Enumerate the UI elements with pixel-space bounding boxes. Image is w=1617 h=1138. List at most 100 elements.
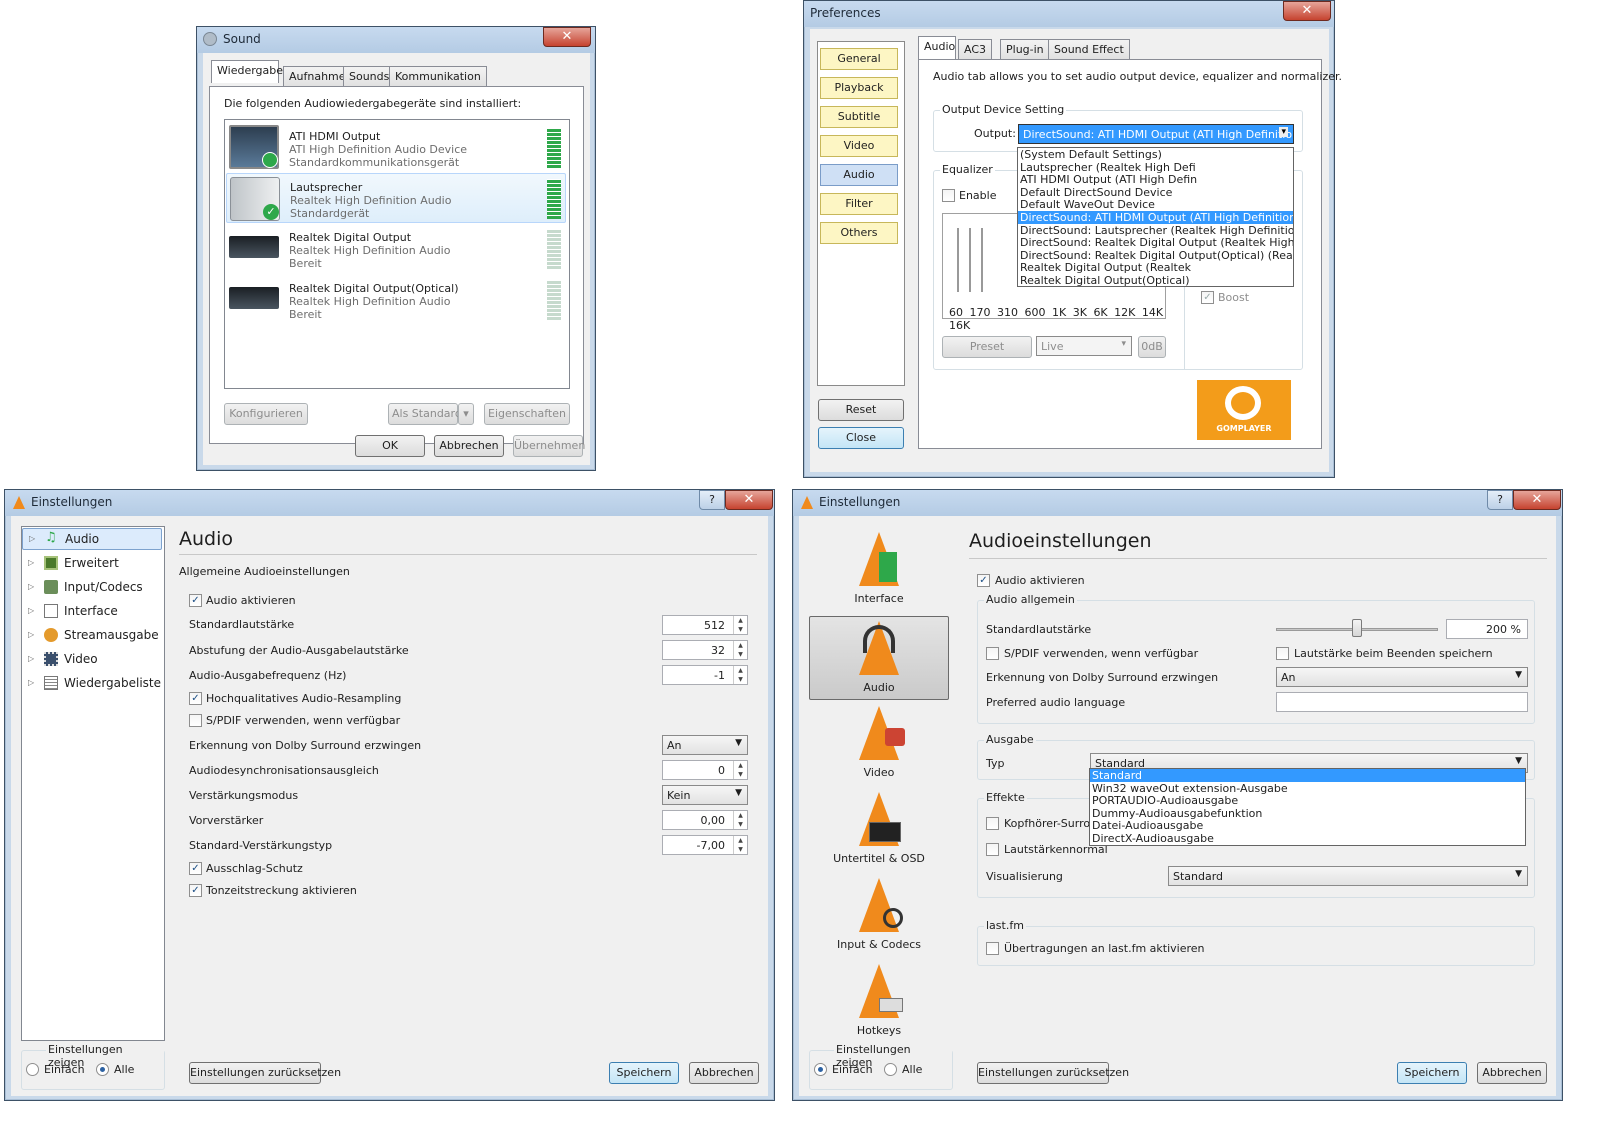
headphone-checkbox[interactable] [986,817,999,830]
simple-radio[interactable] [814,1063,827,1076]
close-button[interactable]: ✕ [543,27,591,47]
reset-preferences-button[interactable]: Einstellungen zurücksetzen [977,1062,1129,1084]
help-button[interactable]: ? [699,490,725,510]
nav-hotkeys[interactable]: Hotkeys [809,964,949,1037]
preamp-input[interactable]: 0,00 ▲ ▼ [662,810,748,830]
close-dialog-button[interactable]: Close [818,427,904,449]
ok-button[interactable]: OK [355,435,425,457]
output-dropdown[interactable]: (System Default Settings) Lautsprecher (… [1017,147,1294,287]
time-stretch-checkbox[interactable]: ✓ [189,884,202,897]
preset-button[interactable]: Preset [942,336,1032,358]
cancel-button[interactable]: Abbrechen [1477,1062,1547,1084]
tab-kommunikation[interactable]: Kommunikation [389,66,487,86]
tab-sound-effect[interactable]: Sound Effect [1048,39,1130,59]
dropdown-option-selected[interactable]: DirectSound: ATI HDMI Output (ATI High D… [1018,210,1293,224]
boost-checkbox[interactable]: ✓ [1201,291,1214,304]
cancel-button[interactable]: Abbrechen [434,435,504,457]
output-frequency-input[interactable]: -1 ▲ ▼ [662,665,748,685]
clip-protect-checkbox[interactable]: ✓ [189,862,202,875]
spin-arrows-icon[interactable]: ▲ ▼ [733,761,747,779]
dropdown-option[interactable]: ATI HDMI Output (ATI High Defin [1018,173,1293,186]
cancel-button[interactable]: Abbrechen [689,1062,759,1084]
desync-input[interactable]: 0 ▲ ▼ [662,760,748,780]
tab-sounds[interactable]: Sounds [343,66,396,86]
dropdown-option[interactable]: PORTAUDIO-Audioausgabe [1090,794,1525,807]
tree-item-playlist[interactable]: ▷ Wiedergabeliste [22,673,162,695]
default-volume-input[interactable]: 512 ▲ ▼ [662,615,748,635]
dropdown-option[interactable]: Win32 waveOut extension-Ausgabe [1090,782,1525,795]
enable-checkbox[interactable] [942,189,955,202]
spin-arrows-icon[interactable]: ▲ ▼ [733,641,747,659]
set-default-button[interactable]: Als Standard [388,403,462,425]
zero-db-button[interactable]: 0dB [1138,336,1166,358]
hq-resampling-checkbox[interactable]: ✓ [189,692,202,705]
dropdown-option[interactable]: Lautsprecher (Realtek High Defi [1018,161,1293,174]
tab-audio[interactable]: Audio [918,36,956,59]
close-button[interactable]: ✕ [1513,490,1561,510]
spin-arrows-icon[interactable]: ▲ ▼ [733,666,747,684]
spdif-checkbox[interactable] [986,647,999,660]
tab-aufnahme[interactable]: Aufnahme [283,66,352,86]
dropdown-option[interactable]: DirectX-Audioausgabe [1090,832,1525,845]
close-button[interactable]: ✕ [725,490,773,510]
dropdown-option[interactable]: Default WaveOut Device [1018,198,1293,211]
simple-radio[interactable] [26,1063,39,1076]
save-button[interactable]: Speichern [1397,1062,1467,1084]
nav-interface[interactable]: Interface [809,532,949,605]
tree-item-interface[interactable]: ▷ Interface [22,601,162,623]
dolby-select[interactable]: An ▼ [1276,667,1528,687]
visualization-select[interactable]: Standard ▼ [1168,866,1528,886]
dropdown-option[interactable]: (System Default Settings) [1018,148,1293,161]
normalizer-checkbox[interactable] [986,843,999,856]
nav-subtitle[interactable]: Subtitle [820,106,898,128]
spin-arrows-icon[interactable]: ▲ ▼ [733,616,747,634]
close-button[interactable]: ✕ [1283,1,1331,21]
volume-step-input[interactable]: 32 ▲ ▼ [662,640,748,660]
tree-item-input[interactable]: ▷ Input/Codecs [22,577,162,599]
save-volume-checkbox[interactable] [1276,647,1289,660]
reset-preferences-button[interactable]: Einstellungen zurücksetzen [189,1062,341,1084]
nav-audio[interactable]: Audio [809,616,949,700]
all-radio[interactable] [96,1063,109,1076]
live-select[interactable]: Live ▾ [1036,336,1132,356]
reset-button[interactable]: Reset [818,399,904,421]
properties-button[interactable]: Eigenschaften [484,403,570,425]
set-default-arrow[interactable]: ▾ [458,403,474,425]
nav-playback[interactable]: Playback [820,77,898,99]
help-button[interactable]: ? [1487,490,1513,510]
apply-button[interactable]: Übernehmen [513,435,585,457]
nav-general[interactable]: General [820,48,898,70]
device-item-optical[interactable]: Realtek Digital Output(Optical) Realtek … [226,275,566,325]
tab-ac3[interactable]: AC3 [958,39,993,59]
audio-enable-checkbox[interactable]: ✓ [977,574,990,587]
device-list[interactable]: ATI HDMI Output ATI High Definition Audi… [224,119,570,389]
tree-item-stream[interactable]: ▷ Streamausgabe [22,625,162,647]
nav-video[interactable]: Video [820,135,898,157]
audio-enable-checkbox[interactable]: ✓ [189,594,202,607]
save-button[interactable]: Speichern [609,1062,679,1084]
nav-subtitles[interactable]: Untertitel & OSD [809,792,949,865]
dolby-select[interactable]: An ▼ [662,735,748,755]
dropdown-option[interactable]: Realtek Digital Output (Realtek [1018,261,1293,274]
dropdown-option[interactable]: Realtek Digital Output(Optical) [1018,274,1293,286]
output-type-dropdown[interactable]: Standard Win32 waveOut extension-Ausgabe… [1089,768,1526,846]
tab-wiedergabe[interactable]: Wiedergabe [211,60,283,83]
nav-input-codecs[interactable]: Input & Codecs [809,878,949,951]
device-item-ati[interactable]: ATI HDMI Output ATI High Definition Audi… [226,122,566,172]
lastfm-checkbox[interactable] [986,942,999,955]
dropdown-option[interactable]: DirectSound: Lautsprecher (Realtek High … [1018,224,1293,237]
nav-others[interactable]: Others [820,222,898,244]
gain-type-input[interactable]: -7,00 ▲ ▼ [662,835,748,855]
spdif-checkbox[interactable] [189,714,202,727]
output-select[interactable]: DirectSound: ATI HDMI Output (ATI High D… [1018,124,1294,144]
nav-video[interactable]: Video [809,706,949,779]
dropdown-option[interactable]: DirectSound: Realtek Digital Output(Opti… [1018,249,1293,262]
dropdown-option-selected[interactable]: Standard [1090,769,1525,782]
all-radio[interactable] [884,1063,897,1076]
tab-plugin[interactable]: Plug-in [1000,39,1050,59]
configure-button[interactable]: Konfigurieren [224,403,308,425]
device-item-digital[interactable]: Realtek Digital Output Realtek High Defi… [226,224,566,274]
volume-percent-input[interactable]: 200 % [1446,619,1528,639]
dropdown-option[interactable]: Default DirectSound Device [1018,186,1293,199]
device-item-lautsprecher[interactable]: ✓ Lautsprecher Realtek High Definition A… [226,173,566,223]
